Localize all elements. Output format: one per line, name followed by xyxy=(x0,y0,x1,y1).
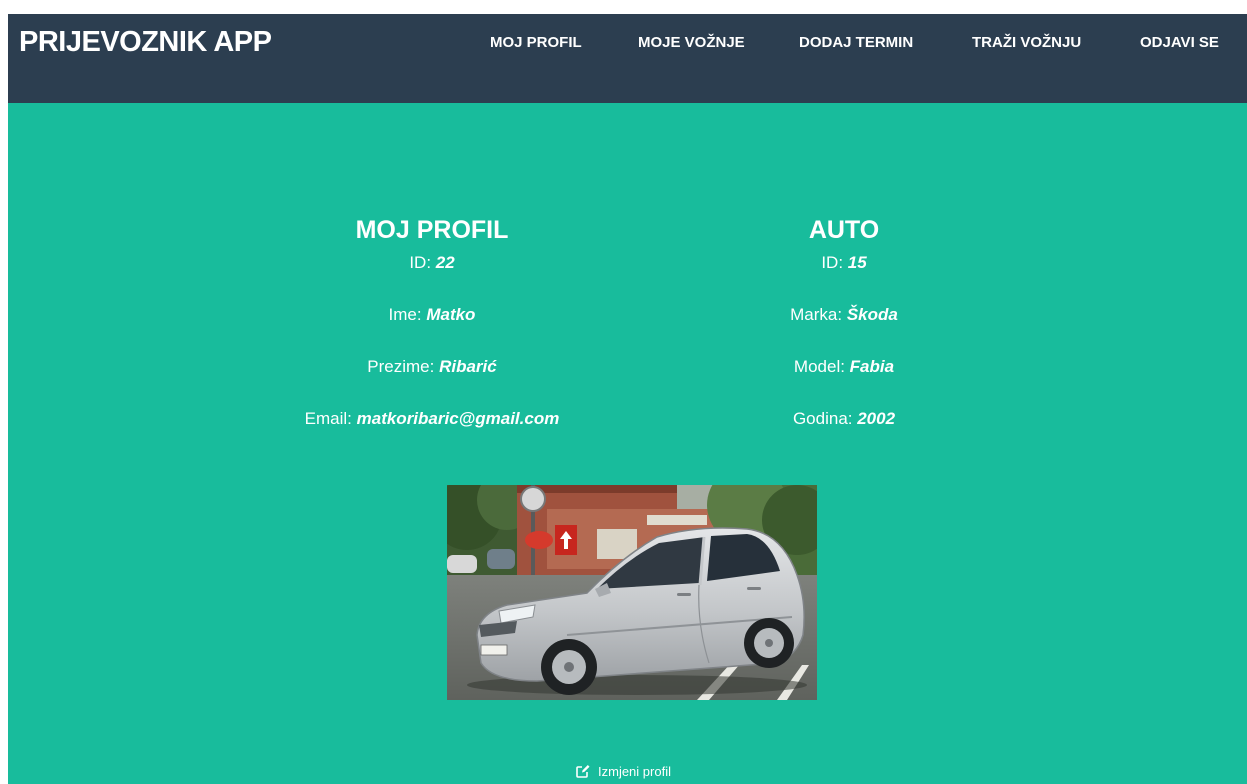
nav-odjavi-se[interactable]: ODJAVI SE xyxy=(1140,34,1219,51)
car-title: AUTO xyxy=(808,216,880,244)
edit-profile-label: Izmjeni profil xyxy=(598,764,671,779)
car-godina-value: 2002 xyxy=(857,409,896,428)
profile-id-value: 22 xyxy=(435,253,455,272)
nav-moje-voznje[interactable]: MOJE VOŽNJE xyxy=(638,34,745,51)
profile-id-row: ID: 22 xyxy=(232,252,632,274)
edit-profile-button[interactable]: Izmjeni profil xyxy=(576,764,671,781)
profile-email-label: Email: xyxy=(304,409,357,428)
profile-ime-label: Ime: xyxy=(388,305,427,324)
profile-title: MOJ PROFIL xyxy=(355,216,509,244)
car-section: AUTO ID: 15 Marka: Škoda Model: Fabia Go… xyxy=(644,214,1044,460)
car-marka-label: Marka: xyxy=(790,305,847,324)
edit-icon xyxy=(576,764,590,781)
profile-prezime-label: Prezime: xyxy=(367,357,440,376)
profile-ime-row: Ime: Matko xyxy=(232,304,632,326)
nav-moj-profil[interactable]: MOJ PROFIL xyxy=(490,34,582,51)
car-godina-label: Godina: xyxy=(792,409,858,428)
profile-id-label: ID: xyxy=(409,253,436,272)
car-id-value: 15 xyxy=(847,253,867,272)
profile-prezime-row: Prezime: Ribarić xyxy=(232,356,632,378)
car-marka-value: Škoda xyxy=(846,305,898,324)
car-photo-icon xyxy=(447,485,817,700)
car-godina-row: Godina: 2002 xyxy=(644,408,1044,430)
profile-ime-value: Matko xyxy=(426,305,476,324)
profile-email-row: Email: matkoribaric@gmail.com xyxy=(232,408,632,430)
car-model-value: Fabia xyxy=(849,357,895,376)
car-marka-row: Marka: Škoda xyxy=(644,304,1044,326)
app-frame: PRIJEVOZNIK APP MOJ PROFIL MOJE VOŽNJE D… xyxy=(8,14,1247,784)
profile-prezime-value: Ribarić xyxy=(439,357,497,376)
brand-logo[interactable]: PRIJEVOZNIK APP xyxy=(19,26,272,59)
nav-trazi-voznju[interactable]: TRAŽI VOŽNJU xyxy=(972,34,1081,51)
car-id-label: ID: xyxy=(821,253,848,272)
car-id-row: ID: 15 xyxy=(644,252,1044,274)
navbar: PRIJEVOZNIK APP MOJ PROFIL MOJE VOŽNJE D… xyxy=(8,14,1247,103)
nav-dodaj-termin[interactable]: DODAJ TERMIN xyxy=(799,34,913,51)
car-model-label: Model: xyxy=(793,357,850,376)
profile-section: MOJ PROFIL ID: 22 Ime: Matko Prezime: Ri… xyxy=(232,214,632,460)
profile-email-value: matkoribaric@gmail.com xyxy=(356,409,560,428)
car-photo xyxy=(447,485,817,700)
car-model-row: Model: Fabia xyxy=(644,356,1044,378)
